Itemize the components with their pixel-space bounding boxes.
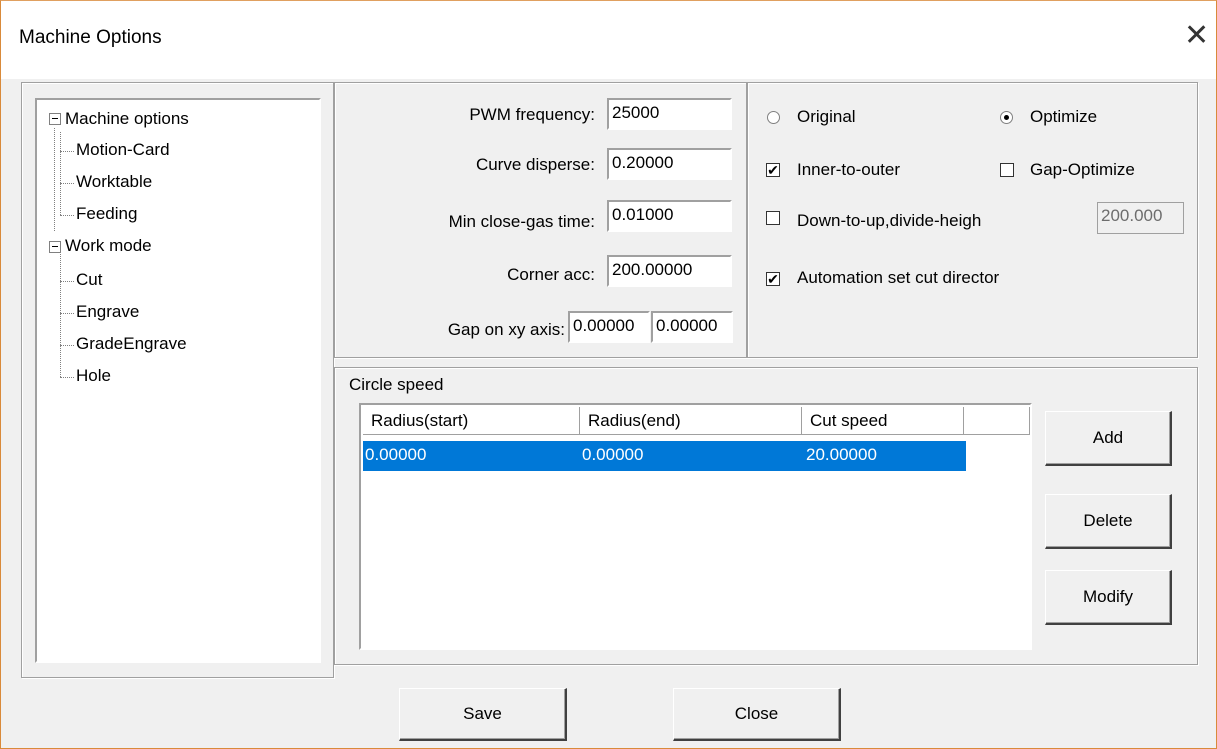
- divide-height-input[interactable]: 200.000: [1097, 202, 1184, 234]
- tree-line: [60, 151, 74, 152]
- table-cell: 20.00000: [806, 445, 877, 464]
- column-header-cut-speed[interactable]: Cut speed: [802, 407, 964, 435]
- tree-item-feeding[interactable]: Feeding: [76, 204, 137, 224]
- gap-x-input[interactable]: 0.00000: [568, 311, 650, 343]
- tree-line: [60, 377, 74, 378]
- tree-line: [60, 345, 74, 346]
- tree-item-hole[interactable]: Hole: [76, 366, 111, 386]
- tree-line: [60, 215, 74, 216]
- column-header-radius-start[interactable]: Radius(start): [363, 407, 580, 435]
- tree-line: [60, 313, 74, 314]
- min-close-gas-time-input[interactable]: 0.01000: [607, 200, 732, 232]
- add-button[interactable]: Add: [1045, 411, 1172, 466]
- curve-disperse-input[interactable]: 0.20000: [607, 148, 732, 180]
- modify-button[interactable]: Modify: [1045, 570, 1172, 625]
- tree-item-motion-card[interactable]: Motion-Card: [76, 140, 170, 160]
- gap-xy-axis-label: Gap on xy axis:: [447, 320, 565, 339]
- optimize-radio-label: Optimize: [1030, 107, 1098, 126]
- collapse-icon[interactable]: [49, 113, 61, 125]
- table-row[interactable]: 0.00000 0.00000 20.00000: [363, 441, 966, 471]
- tree-line: [54, 128, 55, 231]
- tree-line: [60, 132, 61, 215]
- save-button[interactable]: Save: [399, 688, 567, 741]
- down-to-up-label: Down-to-up,divide-heigh: [797, 211, 982, 230]
- tree-line: [60, 281, 74, 282]
- corner-acc-input[interactable]: 200.00000: [607, 255, 732, 287]
- pwm-frequency-input[interactable]: 25000: [607, 98, 732, 130]
- automation-cut-director-checkbox[interactable]: ✔: [766, 272, 780, 286]
- list-header: Radius(start) Radius(end) Cut speed: [363, 407, 1030, 437]
- tree-item-engrave[interactable]: Engrave: [76, 302, 139, 322]
- optimize-radio[interactable]: [1000, 111, 1013, 124]
- circle-speed-list[interactable]: Radius(start) Radius(end) Cut speed 0.00…: [359, 403, 1032, 650]
- tree-item-machine-options[interactable]: Machine options: [65, 109, 189, 129]
- min-close-gas-time-label: Min close-gas time:: [448, 212, 595, 231]
- close-button[interactable]: Close: [673, 688, 841, 741]
- tree-item-worktable[interactable]: Worktable: [76, 172, 152, 192]
- inner-to-outer-checkbox[interactable]: ✔: [766, 163, 780, 177]
- window-title: Machine Options: [19, 27, 162, 48]
- gap-optimize-checkbox[interactable]: [1000, 163, 1014, 177]
- collapse-icon[interactable]: [49, 241, 61, 253]
- tree-line: [60, 252, 61, 377]
- delete-button[interactable]: Delete: [1045, 494, 1172, 549]
- tree-item-grade-engrave[interactable]: GradeEngrave: [76, 334, 187, 354]
- tree-item-cut[interactable]: Cut: [76, 270, 102, 290]
- tree-item-work-mode[interactable]: Work mode: [65, 236, 152, 256]
- title-bar: Machine Options ✕: [1, 1, 1216, 79]
- original-radio[interactable]: [767, 111, 780, 124]
- down-to-up-checkbox[interactable]: [766, 211, 780, 225]
- automation-cut-director-label: Automation set cut director: [797, 268, 1000, 287]
- column-header-radius-end[interactable]: Radius(end): [580, 407, 802, 435]
- gap-y-input[interactable]: 0.00000: [651, 311, 733, 343]
- table-cell: 0.00000: [365, 445, 427, 464]
- curve-disperse-label: Curve disperse:: [475, 155, 595, 174]
- pwm-frequency-label: PWM frequency:: [469, 105, 595, 124]
- corner-acc-label: Corner acc:: [507, 265, 595, 284]
- close-icon[interactable]: ✕: [1184, 21, 1209, 51]
- gap-optimize-label: Gap-Optimize: [1030, 160, 1135, 179]
- column-header-empty: [964, 407, 1030, 435]
- tree-line: [60, 183, 74, 184]
- circle-speed-legend: Circle speed: [346, 375, 447, 395]
- inner-to-outer-label: Inner-to-outer: [797, 160, 900, 179]
- table-cell: 0.00000: [582, 445, 644, 464]
- original-radio-label: Original: [797, 107, 856, 126]
